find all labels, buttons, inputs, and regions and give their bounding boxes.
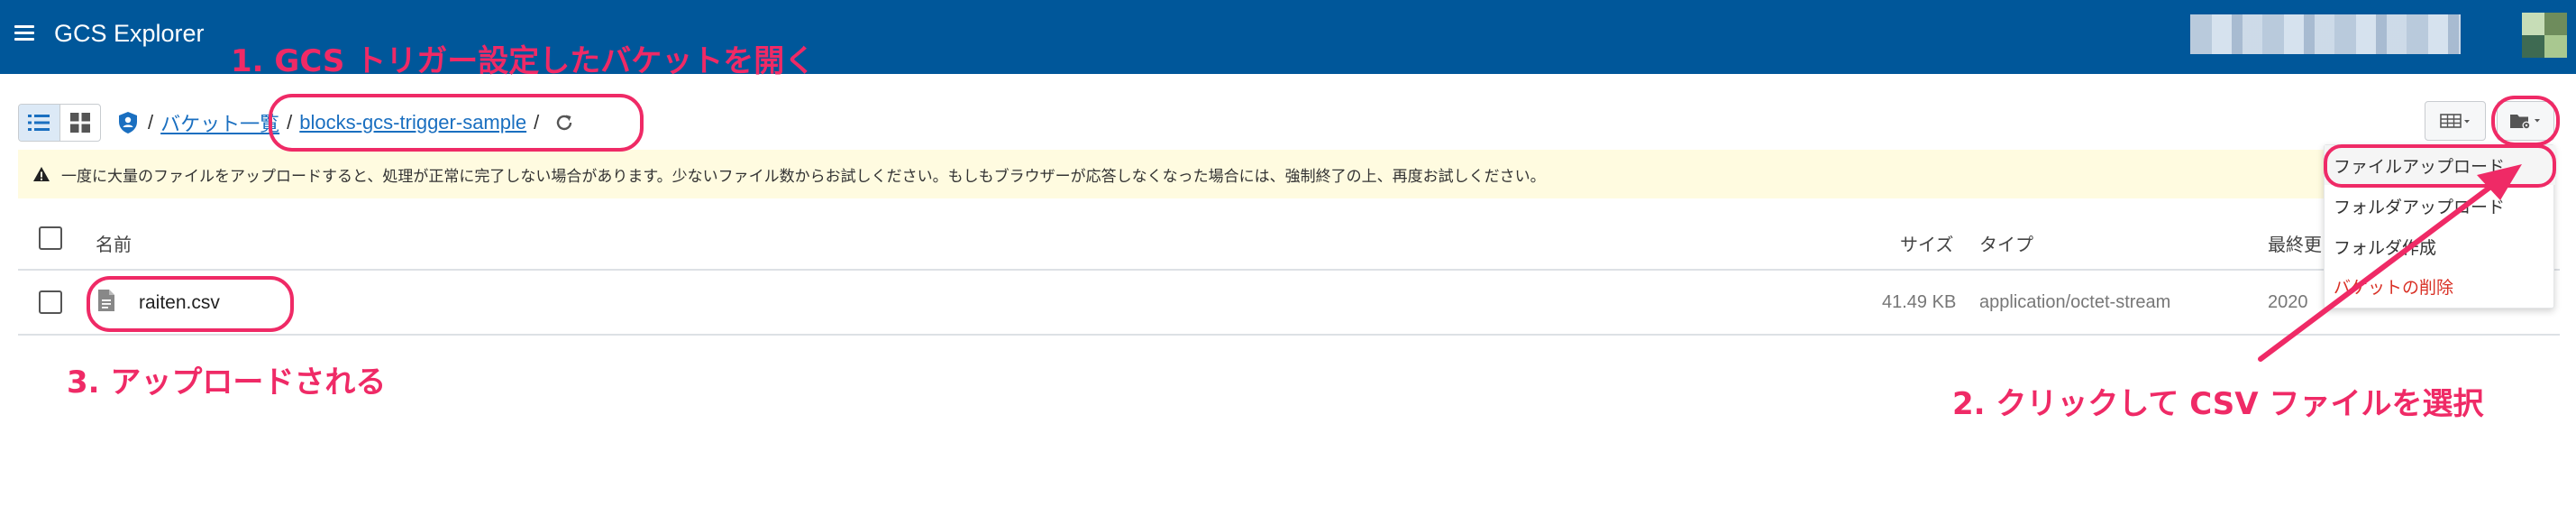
annotation-step1: 1. GCS トリガー設定したバケットを開く	[231, 43, 816, 79]
table-row[interactable]: raiten.csv 41.49 KB application/octet-st…	[18, 272, 2560, 336]
user-email-blurred	[2190, 14, 2461, 54]
menu-item-folder-upload[interactable]: フォルダアップロード	[2325, 186, 2555, 226]
select-all-checkbox[interactable]	[39, 226, 62, 250]
row-checkbox[interactable]	[39, 290, 62, 314]
file-size: 41.49 KB	[1882, 292, 1957, 312]
column-header-size[interactable]: サイズ	[1900, 230, 1953, 256]
column-header-name[interactable]: 名前	[96, 230, 132, 256]
menu-item-delete-bucket[interactable]: バケットの削除	[2325, 266, 2555, 306]
annotation-box-upload-item	[2324, 144, 2556, 188]
warning-icon	[33, 167, 50, 181]
avatar[interactable]	[2522, 13, 2567, 58]
list-view-button[interactable]	[19, 105, 59, 141]
warning-text: 一度に大量のファイルをアップロードすると、処理が正常に完了しない場合があります。…	[61, 167, 1546, 185]
app-title: GCS Explorer	[54, 20, 205, 47]
annotation-box-file	[87, 276, 294, 332]
shield-icon	[119, 112, 137, 134]
column-header-modified[interactable]: 最終更	[2268, 230, 2322, 256]
grid-view-icon	[69, 113, 90, 133]
breadcrumb-bucket-list[interactable]: バケット一覧	[160, 108, 279, 137]
column-settings-button[interactable]	[2425, 101, 2486, 141]
list-view-icon	[28, 115, 50, 131]
annotation-box-bucket	[269, 94, 644, 152]
column-header-type[interactable]: タイプ	[1979, 230, 2033, 256]
hamburger-icon[interactable]	[14, 25, 34, 41]
menu-item-create-folder[interactable]: フォルダ作成	[2325, 226, 2555, 266]
annotation-box-folder-button	[2491, 96, 2560, 146]
grid-view-button[interactable]	[59, 105, 100, 141]
breadcrumb-separator: /	[148, 111, 154, 134]
annotation-step2: 2. クリックして CSV ファイルを選択	[1952, 386, 2484, 422]
file-type: application/octet-stream	[1979, 292, 2171, 312]
table-columns-icon	[2440, 114, 2470, 128]
file-modified: 2020	[2268, 292, 2308, 312]
upload-warning-banner: 一度に大量のファイルをアップロードすると、処理が正常に完了しない場合があります。…	[18, 150, 2538, 198]
view-toggle	[18, 104, 101, 142]
annotation-step3: 3. アップロードされる	[67, 364, 387, 401]
table-header: 名前 サイズ タイプ 最終更	[18, 213, 2560, 271]
